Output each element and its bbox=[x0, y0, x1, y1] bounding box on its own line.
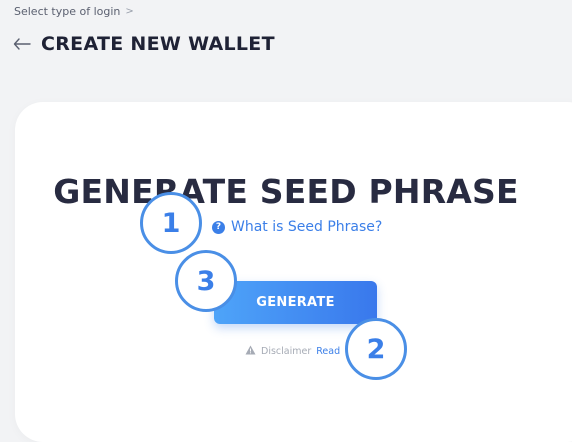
arrow-left-icon[interactable] bbox=[12, 34, 32, 54]
page-title: CREATE NEW WALLET bbox=[41, 33, 275, 55]
what-is-seed-phrase-link[interactable]: ? What is Seed Phrase? bbox=[212, 219, 382, 235]
step-badge-3: 3 bbox=[175, 250, 237, 312]
disclaimer-label: Disclaimer bbox=[261, 346, 312, 357]
disclaimer: Disclaimer Read bbox=[245, 345, 340, 358]
warning-triangle-icon bbox=[245, 345, 256, 358]
step-badge-1: 1 bbox=[140, 192, 202, 254]
what-is-seed-phrase-label[interactable]: What is Seed Phrase? bbox=[231, 219, 382, 235]
generate-button[interactable]: GENERATE bbox=[214, 281, 377, 324]
chevron-right-icon: > bbox=[125, 6, 134, 17]
disclaimer-read-link[interactable]: Read bbox=[316, 346, 340, 357]
wallet-card bbox=[15, 102, 572, 442]
page-header: CREATE NEW WALLET bbox=[12, 33, 275, 55]
seed-phrase-title: GENERATE SEED PHRASE bbox=[53, 172, 519, 211]
breadcrumb: Select type of login > bbox=[14, 5, 134, 18]
step-badge-2: 2 bbox=[345, 318, 407, 380]
breadcrumb-login-type[interactable]: Select type of login bbox=[14, 5, 120, 18]
question-circle-icon: ? bbox=[212, 220, 225, 234]
